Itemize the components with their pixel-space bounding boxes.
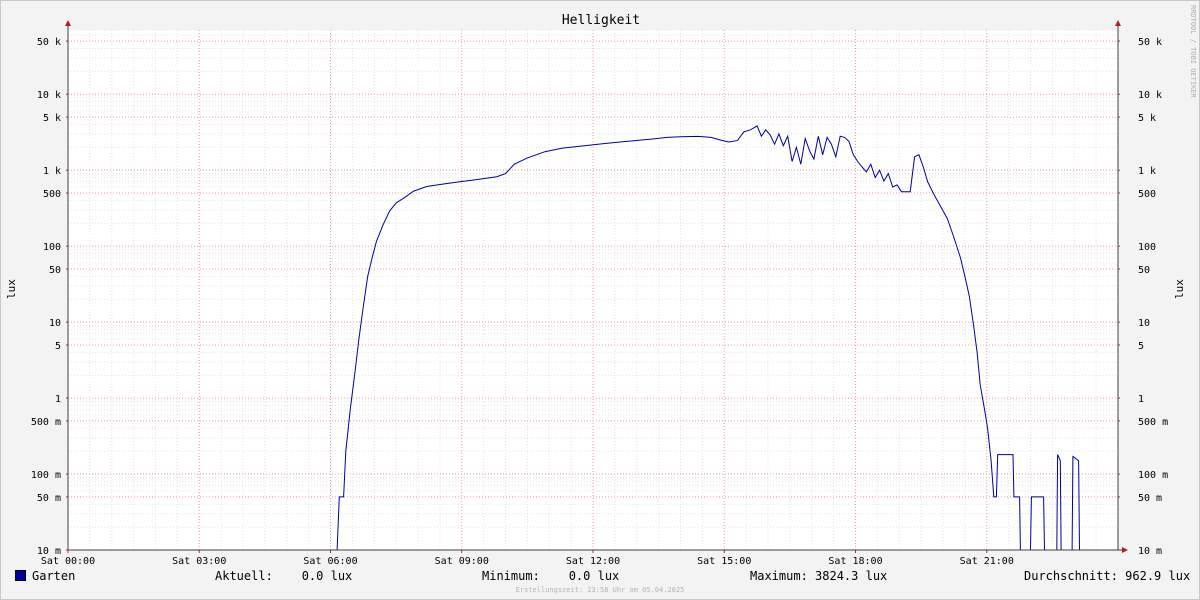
y-tick-label-right: 50 m [1138,493,1162,504]
y-tick-label: 100 m [31,470,61,481]
legend-series-name: Garten [32,569,76,583]
y-tick-label: 50 k [37,37,61,48]
y-tick-label-right: 5 k [1138,113,1156,124]
legend-maximum: Maximum: 3824.3 lux [750,569,888,583]
y-tick-label: 5 k [43,113,61,124]
y-tick-label-right: 10 m [1138,546,1162,557]
y-axis-arrow-right [1115,20,1121,26]
y-axis-label-left: lux [5,279,18,299]
legend-swatch [15,570,26,581]
y-tick-label: 50 m [37,493,61,504]
y-tick-label-right: 5 [1138,341,1144,352]
x-tick-label: Sat 09:00 [435,556,489,567]
x-tick-label: Sat 12:00 [566,556,620,567]
y-tick-label-right: 1 k [1138,166,1156,177]
x-tick-labels: Sat 00:00 Sat 03:00 Sat 06:00 Sat 09:00 Sat … [41,550,1014,567]
y-tick-label-right: 1 [1138,394,1144,405]
y-tick-label-right: 50 [1138,265,1150,276]
legend-average: Durchschnitt: 962.9 lux [1024,569,1191,583]
y-axis-arrow-left [65,20,71,26]
x-tick-label: Sat 06:00 [303,556,357,567]
y-tick-label: 100 [43,242,61,253]
y-axis-label-right: lux [1173,279,1186,299]
y-tick-label: 50 [49,265,61,276]
y-tick-label-right: 500 [1138,189,1156,200]
y-tick-label: 10 k [37,90,61,101]
x-tick-label: Sat 15:00 [697,556,751,567]
x-tick-label: Sat 21:00 [960,556,1014,567]
y-tick-labels-left: 50 k 10 k 5 k 1 k 500 100 50 10 5 1 500 m 100 m 50 m… [31,37,61,557]
y-tick-label: 500 [43,189,61,200]
x-axis-arrow [1122,547,1128,553]
x-tick-label: Sat 03:00 [172,556,226,567]
y-tick-label: 1 [55,394,61,405]
y-tick-label-right: 500 m [1138,417,1168,428]
helligkeit-chart: 50 k 10 k 5 k 1 k 500 100 50 10 5 1 500 m 100 m 50 m… [5,5,1197,567]
y-tick-label-right: 10 k [1138,90,1162,101]
chart-title: Helligkeit [562,13,640,28]
y-tick-label: 5 [55,341,61,352]
y-tick-label-right: 50 k [1138,37,1162,48]
footer-timestamp: Erstellungszeit: 23:58 Uhr am 05.04.2025 [515,586,685,594]
y-tick-label: 10 [49,318,61,329]
x-tick-label: Sat 18:00 [828,556,882,567]
y-tick-labels-right: 50 k 10 k 5 k 1 k 500 100 50 10 5 1 500 m 100 m 50 m… [1138,37,1168,557]
y-tick-label: 500 m [31,417,61,428]
y-tick-label-right: 100 m [1138,470,1168,481]
x-tick-label: Sat 00:00 [41,556,95,567]
y-tick-label-right: 10 [1138,318,1150,329]
y-tick-label-right: 100 [1138,242,1156,253]
legend-current: Aktuell: 0.0 lux [215,569,353,583]
graph-panel: 50 k 10 k 5 k 1 k 500 100 50 10 5 1 500 m 100 m 50 m… [0,0,1200,600]
y-tick-label: 1 k [43,166,61,177]
rrdtool-watermark: RRDTOOL / TOBI OETIKER [1189,5,1197,99]
legend-minimum: Minimum: 0.0 lux [482,569,620,583]
legend-entry: Garten [15,569,75,583]
